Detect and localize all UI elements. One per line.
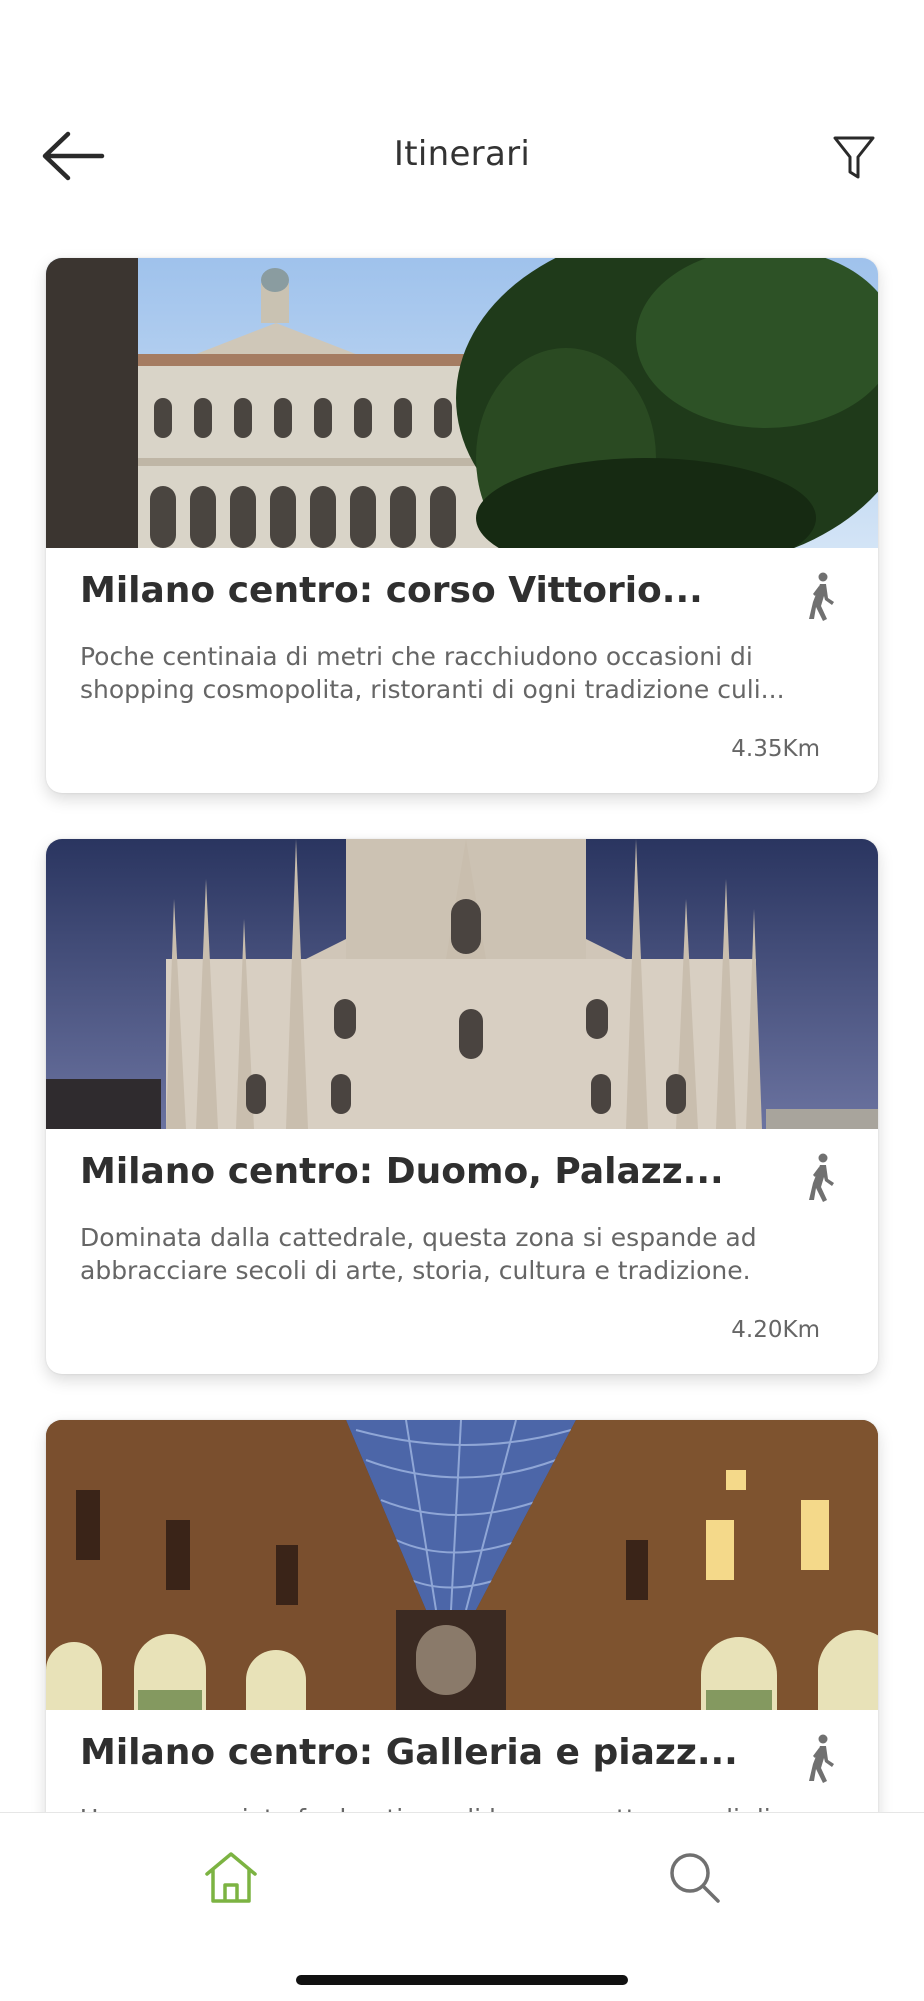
walking-person-icon [809, 572, 834, 621]
home-indicator[interactable] [296, 1975, 628, 1985]
itinerary-card[interactable]: Milano centro: corso Vittorio... Poche c… [46, 258, 878, 793]
itinerary-image [46, 1420, 878, 1710]
page-title: Itinerari [393, 134, 531, 174]
itinerary-card[interactable]: Milano centro: Duomo, Palazz... Dominata… [46, 839, 878, 1374]
itinerary-distance: 4.20Km [731, 1317, 820, 1343]
bottom-nav [0, 1812, 924, 2001]
nav-home-button[interactable] [200, 1847, 262, 1909]
walking-person-icon [809, 1734, 834, 1783]
walking-person-icon [809, 1153, 834, 1202]
itinerary-image [46, 839, 878, 1129]
itinerary-description: Poche centinaia di metri che racchiudono… [80, 642, 785, 704]
home-icon [205, 1852, 257, 1903]
header: Itinerari [0, 110, 924, 200]
itinerary-image [46, 258, 878, 548]
itinerary-description: Dominata dalla cattedrale, questa zona s… [80, 1223, 757, 1285]
itinerary-distance: 4.35Km [731, 736, 820, 762]
itinerary-list: Milano centro: corso Vittorio... Poche c… [46, 258, 878, 2001]
itinerary-title: Milano centro: corso Vittorio... [80, 570, 703, 611]
filter-button[interactable] [824, 128, 884, 188]
filter-icon [833, 136, 875, 179]
itinerary-title: Milano centro: Galleria e piazz... [80, 1732, 738, 1773]
nav-search-button[interactable] [664, 1847, 726, 1909]
itinerary-title: Milano centro: Duomo, Palazz... [80, 1151, 724, 1192]
search-icon [670, 1853, 720, 1903]
